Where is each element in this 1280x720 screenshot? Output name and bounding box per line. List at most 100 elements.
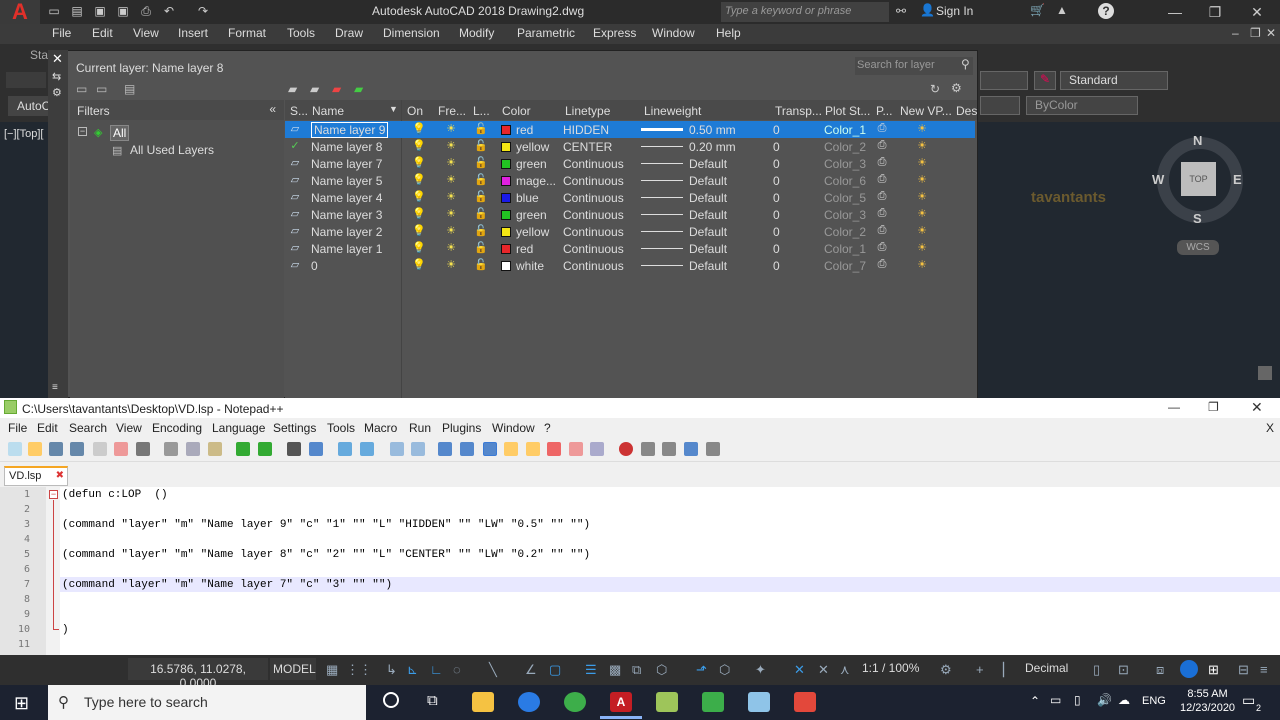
menu-express[interactable]: Express — [593, 26, 636, 40]
viewport-label[interactable]: [−][Top][ — [4, 128, 43, 140]
code-line[interactable]: (command "layer" "m" "Name layer 9" "c" … — [62, 519, 590, 531]
sort-icon[interactable]: ▼ — [389, 104, 398, 114]
np-zoom-out-icon[interactable] — [360, 442, 374, 456]
np-menu-window[interactable]: Window — [492, 421, 535, 435]
lightbulb-icon[interactable]: 💡 — [412, 122, 426, 135]
annotation-scale-icon[interactable]: ⋏ — [840, 662, 850, 678]
layer-plot-style[interactable]: Color_2 — [824, 140, 866, 154]
new-group-filter-icon[interactable]: ▭ — [96, 82, 107, 96]
layer-name[interactable]: Name layer 5 — [311, 174, 382, 188]
new-vp-freeze-icon[interactable]: ☀ — [916, 122, 928, 135]
new-vp-freeze-icon[interactable]: ☀ — [916, 139, 928, 152]
hardware-acceleration-icon[interactable] — [1180, 660, 1198, 678]
new-vp-freeze-icon[interactable]: ☀ — [916, 173, 928, 186]
gizmo-icon[interactable]: ✦ — [755, 662, 766, 678]
layer-row[interactable]: ▱ Name layer 2 💡 ☀ 🔓 yellow Continuous Default 0… — [285, 223, 975, 240]
layer-linetype[interactable]: Continuous — [563, 259, 624, 273]
unlock-icon[interactable]: 🔓 — [474, 122, 488, 135]
unlock-icon[interactable]: 🔓 — [474, 258, 488, 271]
compass-north[interactable]: N — [1193, 133, 1202, 148]
layer-color[interactable]: blue — [516, 191, 539, 205]
layer-lineweight[interactable]: 0.20 mm — [689, 140, 736, 154]
app-icon[interactable] — [748, 692, 770, 712]
np-menu-tools[interactable]: Tools — [327, 421, 355, 435]
color-swatch[interactable] — [501, 244, 511, 254]
col-lock[interactable]: L... — [473, 104, 490, 118]
np-cut-icon[interactable] — [164, 442, 178, 456]
current-check-icon[interactable]: ✓ — [289, 139, 301, 152]
greenshot-icon[interactable] — [564, 692, 586, 712]
layer-row[interactable]: ▱ Name layer 7 💡 ☀ 🔓 green Continuous Default 0 C… — [285, 155, 975, 172]
menu-icon[interactable]: ≡ — [1260, 662, 1268, 677]
new-vp-freeze-icon[interactable]: ☀ — [916, 207, 928, 220]
layer-transparency[interactable]: 0 — [773, 140, 780, 154]
color-swatch[interactable] — [501, 159, 511, 169]
np-undo-icon[interactable] — [236, 442, 250, 456]
unlock-icon[interactable]: 🔓 — [474, 139, 488, 152]
unlock-icon[interactable]: 🔓 — [474, 156, 488, 169]
np-sync-v-icon[interactable] — [390, 442, 404, 456]
np-open-icon[interactable] — [28, 442, 42, 456]
polar-icon[interactable]: ◌ — [453, 662, 461, 677]
layer-linetype[interactable]: CENTER — [563, 140, 612, 154]
selection-filter-icon[interactable]: ⬡ — [719, 662, 730, 678]
np-minimize-button[interactable]: — — [1168, 400, 1180, 414]
lightbulb-icon[interactable]: 💡 — [412, 224, 426, 237]
quick-properties-icon[interactable]: ▯ — [1093, 662, 1100, 678]
np-lang-icon[interactable] — [504, 442, 518, 456]
layer-search-input[interactable]: Search for layer — [855, 57, 973, 75]
ribbon-dropdown-left2[interactable] — [980, 96, 1020, 115]
properties-icon[interactable]: ⚙ — [52, 86, 62, 99]
annotation-monitor-icon[interactable]: + — [976, 662, 984, 677]
color-swatch[interactable] — [501, 125, 511, 135]
col-name[interactable]: Name — [312, 104, 344, 118]
lock-ui-icon[interactable]: ⊡ — [1118, 662, 1129, 678]
layer-linetype[interactable]: Continuous — [563, 225, 624, 239]
col-freeze[interactable]: Fre... — [438, 104, 466, 118]
menu-help[interactable]: Help — [716, 26, 741, 40]
tree-item-all[interactable]: All — [110, 125, 130, 141]
lightbulb-icon[interactable]: 💡 — [412, 156, 426, 169]
np-menu-language[interactable]: Language — [212, 421, 265, 435]
color-swatch[interactable] — [501, 142, 511, 152]
np-menu-view[interactable]: View — [116, 421, 142, 435]
np-stop-macro-icon[interactable] — [641, 442, 655, 456]
drawing-scrollbar[interactable] — [1258, 366, 1272, 380]
compass-south[interactable]: S — [1193, 211, 1202, 226]
np-new-icon[interactable] — [8, 442, 22, 456]
layer-name[interactable]: Name layer 1 — [311, 242, 382, 256]
lineweight-icon[interactable]: ☰ — [585, 662, 597, 678]
layer-row[interactable]: ✓ Name layer 8 💡 ☀ 🔓 yellow CENTER 0.20 mm 0 Colo… — [285, 138, 975, 155]
menu-modify[interactable]: Modify — [459, 26, 494, 40]
layer-plot-style[interactable]: Color_3 — [824, 157, 866, 171]
layer-status-icon[interactable]: ▱ — [289, 241, 301, 254]
col-transparency[interactable]: Transp... — [775, 104, 822, 118]
workspace-switch-icon[interactable]: ⚙ — [940, 662, 952, 678]
layer-name[interactable]: Name layer 3 — [311, 208, 382, 222]
layer-status-icon[interactable]: ▱ — [289, 224, 301, 237]
np-menu-search[interactable]: Search — [69, 421, 107, 435]
sun-icon[interactable]: ☀ — [445, 224, 457, 237]
annotation-scale-select[interactable]: 1:1 / 100% — [862, 661, 919, 675]
taskbar-clock[interactable]: 8:55 AM 12/23/2020 — [1180, 687, 1235, 715]
np-folder-workspace-icon[interactable] — [569, 442, 583, 456]
layer-lineweight[interactable]: Default — [689, 157, 727, 171]
tree-item-all-used-layers[interactable]: All Used Layers — [130, 143, 214, 157]
doc-minimize-icon[interactable]: – — [1232, 26, 1239, 40]
lightbulb-icon[interactable]: 💡 — [412, 190, 426, 203]
layer-transparency[interactable]: 0 — [773, 157, 780, 171]
layer-name[interactable]: Name layer 8 — [311, 140, 382, 154]
col-plot-style[interactable]: Plot St... — [825, 104, 870, 118]
autocad-logo-icon[interactable]: A — [0, 0, 40, 24]
layer-transparency[interactable]: 0 — [773, 225, 780, 239]
code-line[interactable]: (command "layer" "m" "Name layer 7" "c" … — [62, 579, 392, 591]
printer-icon[interactable]: ⎙ — [876, 122, 888, 135]
lightbulb-icon[interactable]: 💡 — [412, 173, 426, 186]
autocad-taskbar-icon[interactable]: A — [610, 692, 632, 712]
style-brush-icon[interactable]: ✎ — [1034, 71, 1056, 90]
refresh-icon[interactable]: ↻ — [930, 82, 940, 96]
menu-parametric[interactable]: Parametric — [517, 26, 575, 40]
layer-linetype[interactable]: Continuous — [563, 174, 624, 188]
user-icon[interactable]: 👤 — [920, 3, 935, 17]
layer-linetype[interactable]: Continuous — [563, 208, 624, 222]
